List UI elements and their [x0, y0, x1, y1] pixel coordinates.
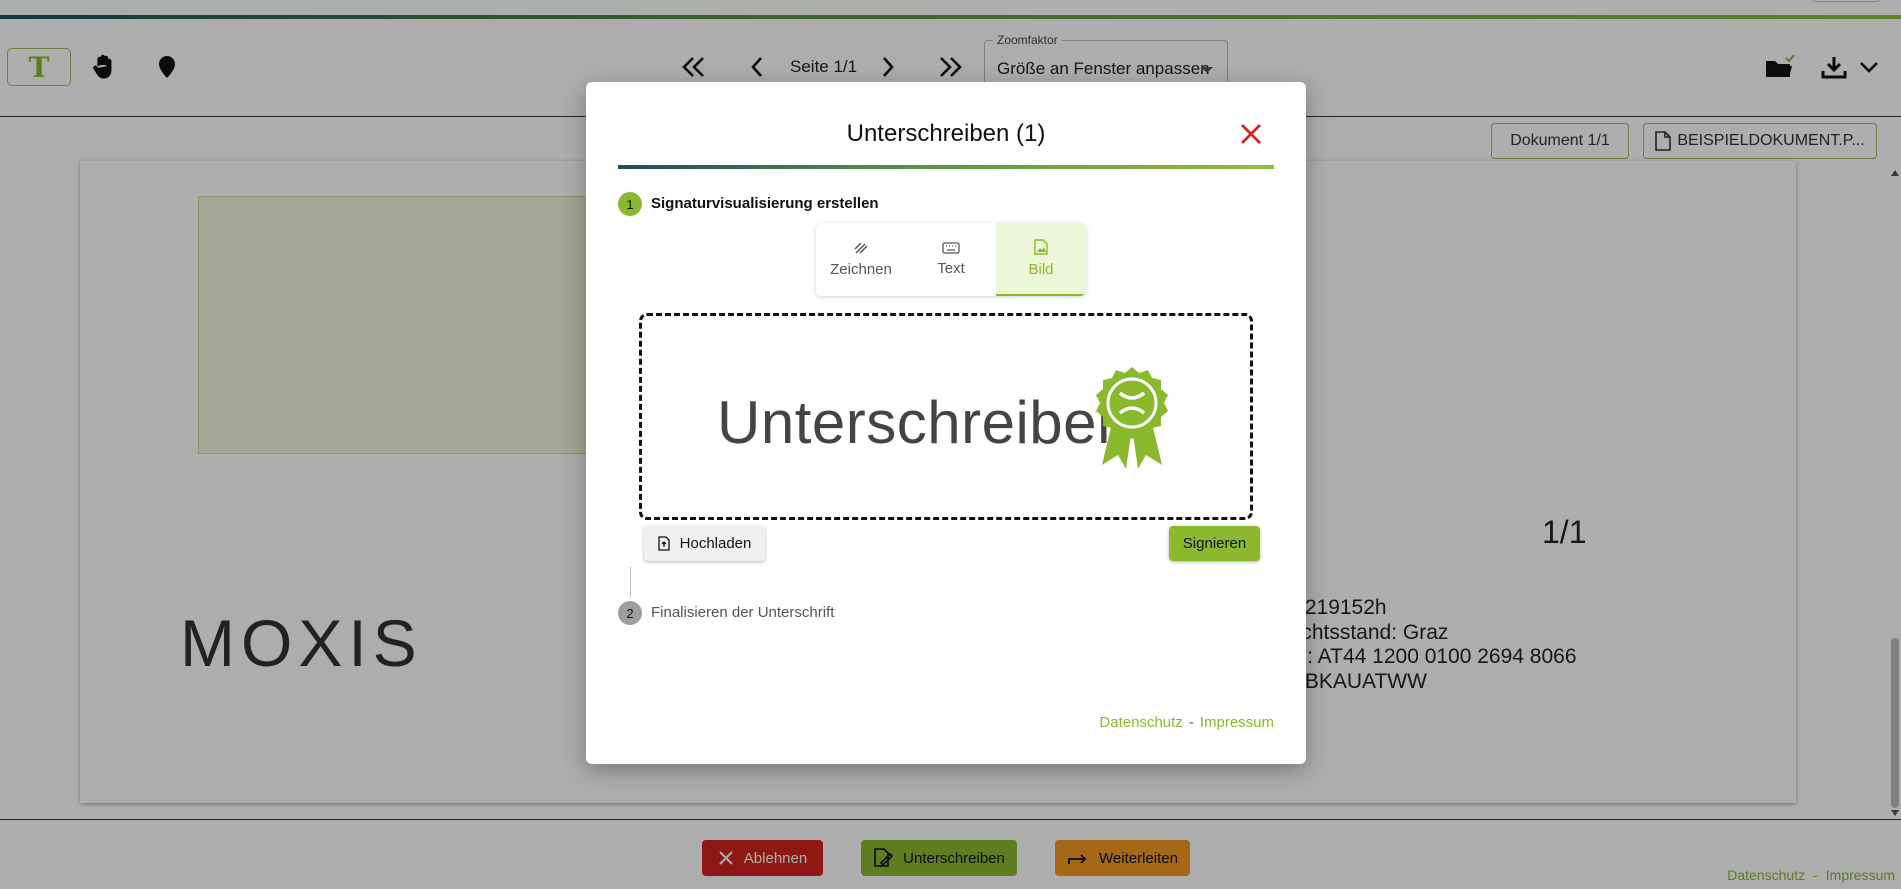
signature-image-text: Unterschreiben: [717, 389, 1131, 456]
upload-button[interactable]: Hochladen: [644, 526, 765, 561]
draw-icon: [854, 242, 868, 254]
seal-badge-icon: [1096, 367, 1168, 469]
tab-draw[interactable]: Zeichnen: [816, 223, 906, 296]
tab-text-label: Text: [937, 260, 965, 277]
dialog-footer-links: Datenschutz - Impressum: [1099, 714, 1274, 731]
step-1-label: Signaturvisualisierung erstellen: [651, 195, 879, 212]
dialog-footer-separator: -: [1188, 714, 1194, 731]
step-2-label: Finalisieren der Unterschrift: [651, 604, 835, 621]
tab-image[interactable]: Bild: [996, 223, 1086, 296]
dialog-privacy-link[interactable]: Datenschutz: [1099, 714, 1182, 731]
dialog-title: Unterschreiben (1): [846, 120, 1046, 147]
keyboard-icon: [942, 242, 960, 254]
upload-label: Hochladen: [679, 535, 752, 552]
step-2-indicator: 2: [618, 601, 642, 625]
upload-file-icon: [657, 536, 670, 551]
confirm-sign-label: Signieren: [1182, 535, 1247, 552]
tab-image-label: Bild: [1028, 261, 1054, 278]
image-file-icon: [1034, 239, 1048, 255]
tab-text[interactable]: Text: [906, 223, 996, 296]
signature-mode-tabs: Zeichnen Text Bild: [816, 223, 1086, 296]
dialog-close-button[interactable]: [1237, 120, 1265, 148]
signature-image-dropzone[interactable]: Unterschreiben: [639, 313, 1253, 520]
close-icon: [1241, 124, 1261, 144]
dialog-divider: [618, 165, 1274, 169]
tab-draw-label: Zeichnen: [830, 261, 892, 278]
confirm-sign-button[interactable]: Signieren: [1169, 526, 1260, 561]
stepper-connector: [630, 567, 631, 597]
dialog-imprint-link[interactable]: Impressum: [1200, 714, 1274, 731]
step-1-indicator: 1: [618, 192, 642, 216]
sign-dialog: Unterschreiben (1) 1 Signaturvisualisier…: [586, 82, 1306, 764]
